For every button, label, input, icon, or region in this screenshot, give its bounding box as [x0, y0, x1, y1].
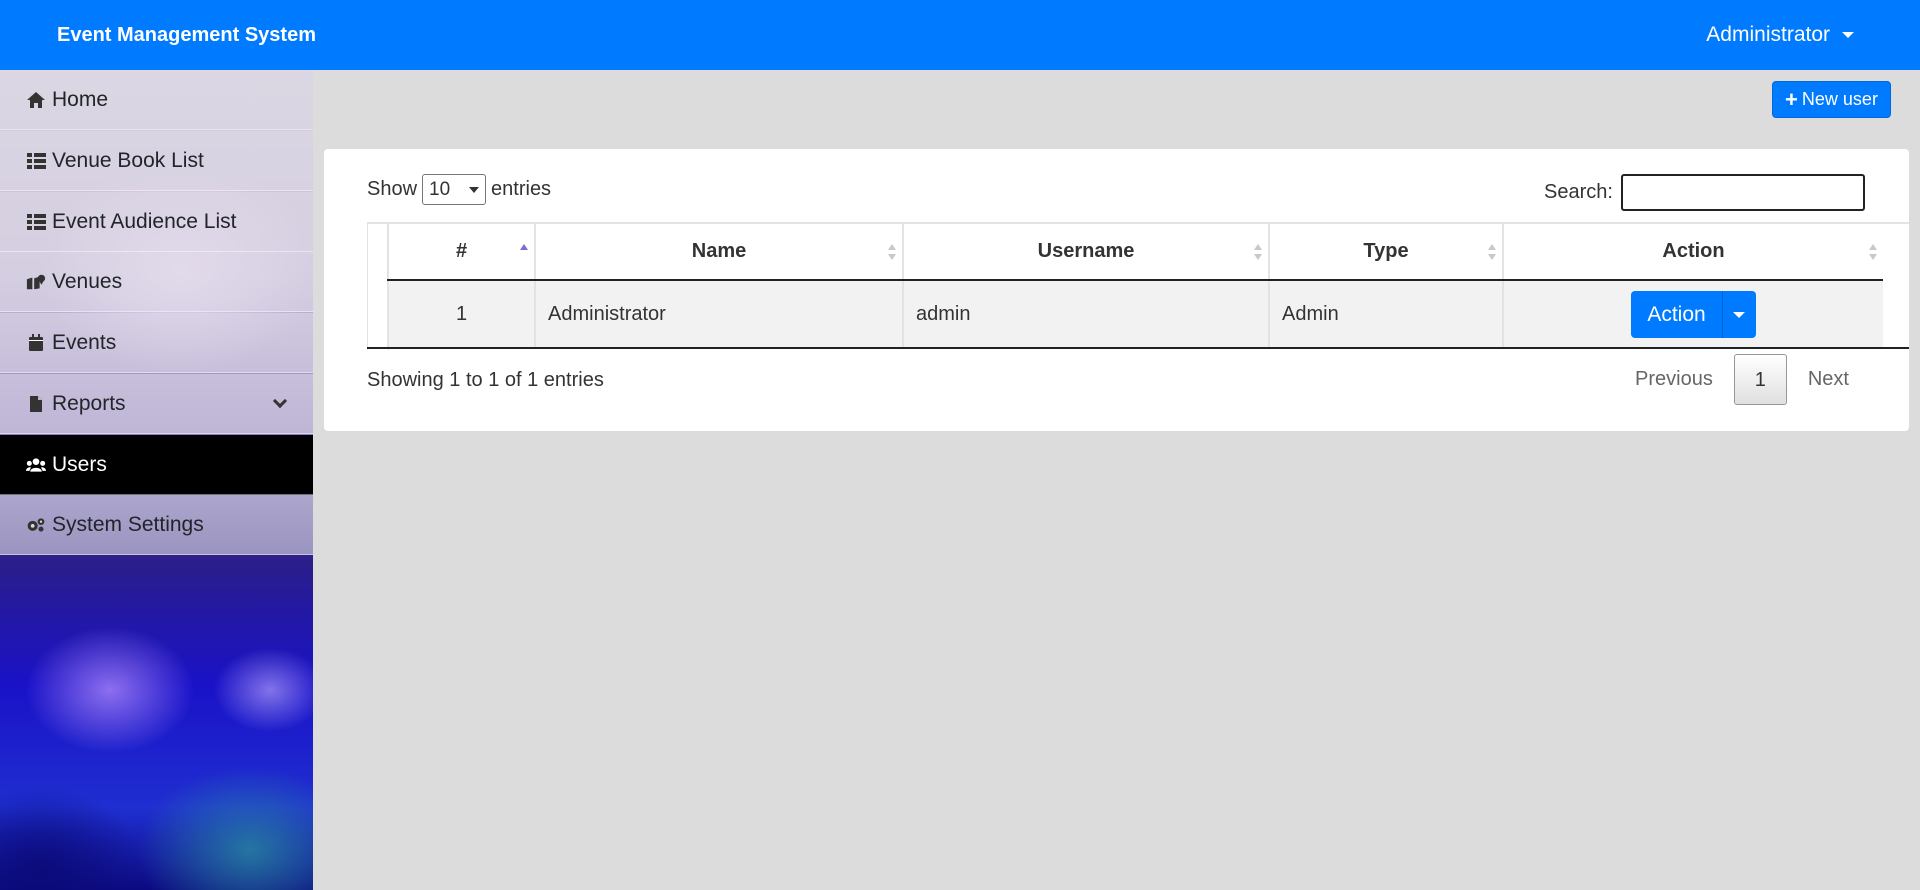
previous-page-button[interactable]: Previous	[1614, 354, 1734, 405]
column-header-label: #	[455, 240, 468, 262]
action-label: Action	[1647, 302, 1706, 326]
pagination: Previous 1 Next	[1614, 354, 1870, 405]
page-1-button[interactable]: 1	[1733, 354, 1787, 405]
sort-asc-icon	[520, 244, 528, 260]
sort-icon	[1254, 244, 1262, 260]
sidebar-item-label: System Settings	[52, 512, 204, 536]
home-icon	[26, 90, 46, 110]
column-header-action[interactable]: Action	[1502, 224, 1883, 281]
search-label: Search:	[1544, 181, 1613, 203]
sidebar-item-label: Reports	[52, 391, 126, 415]
column-header-label: Type	[1363, 240, 1409, 262]
user-menu-dropdown[interactable]: Administrator	[1706, 0, 1854, 70]
column-header-username[interactable]: Username	[902, 224, 1269, 281]
users-icon	[26, 455, 46, 475]
list-icon	[26, 151, 46, 171]
sidebar-item-system-settings[interactable]: System Settings	[0, 495, 313, 555]
sort-icon	[888, 244, 896, 260]
calendar-icon	[26, 333, 46, 353]
sidebar-item-label: Home	[52, 87, 109, 111]
entries-select[interactable]: 10	[422, 174, 487, 205]
sidebar-item-reports[interactable]: Reports	[0, 374, 313, 434]
table-bottom-border	[367, 347, 1909, 349]
table-info: Showing 1 to 1 of 1 entries	[367, 369, 604, 391]
users-table-wrapper: # Name Username Type Action 1 Administra…	[367, 222, 1909, 350]
sidebar: Home Venue Book List Event Audience List…	[0, 70, 313, 890]
entries-select-value: 10	[429, 178, 451, 200]
sidebar-item-home[interactable]: Home	[0, 70, 313, 130]
sidebar-item-label: Users	[52, 452, 107, 476]
sidebar-item-label: Venues	[52, 269, 123, 293]
entries-length-control: Show 10 entries	[367, 174, 551, 205]
next-page-button[interactable]: Next	[1787, 354, 1870, 405]
app-title[interactable]: Event Management System	[57, 0, 316, 70]
table-row: 1 Administrator admin Admin Action	[387, 280, 1883, 348]
column-header-label: Username	[1037, 240, 1135, 262]
chevron-down-icon	[469, 186, 480, 193]
cogs-icon	[26, 515, 46, 535]
column-header-label: Action	[1662, 240, 1725, 262]
search-control: Search:	[1544, 174, 1865, 211]
sidebar-item-label: Events	[52, 330, 117, 354]
sidebar-item-label: Venue Book List	[52, 148, 204, 172]
file-icon	[26, 394, 46, 414]
cell-name: Administrator	[534, 280, 903, 348]
action-dropdown-button[interactable]: Action	[1631, 291, 1756, 338]
cell-username: admin	[902, 280, 1269, 348]
column-header-type[interactable]: Type	[1268, 224, 1503, 281]
action-caret-toggle[interactable]	[1721, 291, 1756, 338]
sidebar-item-venues[interactable]: Venues	[0, 252, 313, 312]
new-user-button[interactable]: + New user	[1772, 81, 1891, 118]
column-header-name[interactable]: Name	[534, 224, 903, 281]
sidebar-item-event-audience-list[interactable]: Event Audience List	[0, 192, 313, 252]
cell-type: Admin	[1268, 280, 1503, 348]
chevron-down-icon	[272, 393, 288, 409]
column-header-label: Name	[691, 240, 747, 262]
users-table: # Name Username Type Action 1 Administra…	[387, 224, 1883, 348]
cell-number: 1	[387, 280, 535, 348]
map-marker-icon	[26, 272, 46, 292]
plus-icon: +	[1785, 86, 1798, 112]
sidebar-item-users[interactable]: Users	[0, 435, 313, 495]
list-icon	[26, 212, 46, 232]
new-user-label: New user	[1801, 89, 1878, 109]
search-input[interactable]	[1620, 174, 1865, 211]
sidebar-item-venue-book-list[interactable]: Venue Book List	[0, 131, 313, 191]
users-card: Show 10 entries Search: # Name Username …	[324, 149, 1909, 431]
caret-down-icon	[1842, 32, 1854, 38]
sort-icon	[1488, 244, 1496, 260]
user-menu-label: Administrator	[1706, 23, 1830, 46]
entries-label: entries	[491, 178, 552, 200]
cell-action: Action	[1502, 280, 1883, 348]
sidebar-item-label: Event Audience List	[52, 209, 237, 233]
column-header-number[interactable]: #	[387, 224, 535, 281]
sort-icon	[1869, 244, 1877, 260]
caret-down-icon	[1733, 311, 1746, 318]
show-label: Show	[367, 178, 418, 200]
top-navbar: Event Management System Administrator	[0, 0, 1920, 70]
sidebar-item-events[interactable]: Events	[0, 313, 313, 373]
